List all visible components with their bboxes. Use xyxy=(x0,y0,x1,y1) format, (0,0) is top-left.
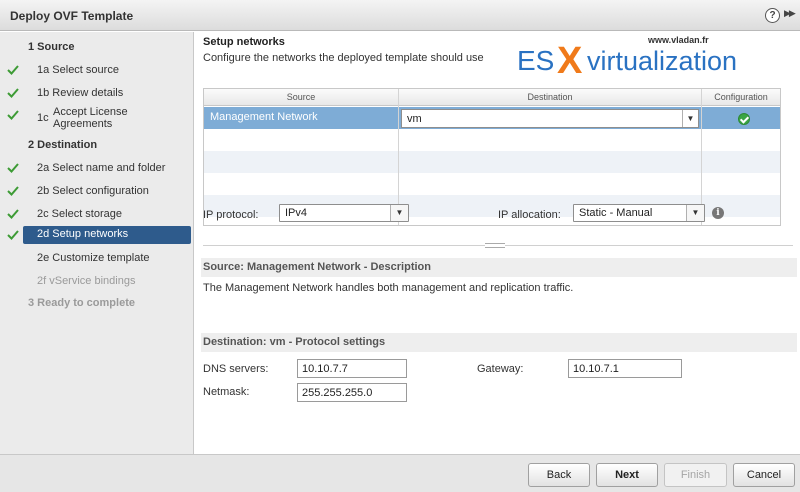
expand-icon[interactable]: ▶▶ xyxy=(784,8,796,19)
resize-grip[interactable] xyxy=(485,243,505,248)
netmask-field[interactable] xyxy=(297,383,407,402)
step-prefix: 1c xyxy=(37,112,49,124)
page-subtitle: Configure the networks the deployed temp… xyxy=(203,52,484,64)
destination-network-select[interactable]: vm ▼ xyxy=(401,109,699,128)
ip-allocation-label: IP allocation: xyxy=(498,209,561,221)
dns-servers-input[interactable] xyxy=(298,360,406,377)
cancel-button[interactable]: Cancel xyxy=(733,463,795,487)
step-select-configuration[interactable]: 2b Select configuration xyxy=(0,182,194,202)
info-icon[interactable]: i xyxy=(712,207,724,219)
row-source: Management Network xyxy=(210,111,318,123)
help-icon[interactable]: ? xyxy=(765,8,780,23)
table-header: Source Destination Configuration xyxy=(204,89,780,106)
ip-protocol-label: IP protocol: xyxy=(203,209,259,221)
step-label: 2c Select storage xyxy=(37,208,122,220)
ip-protocol-value: IPv4 xyxy=(285,207,308,219)
step-vservice-bindings: 2f vService bindings xyxy=(0,272,194,292)
ip-protocol-select[interactable]: IPv4 ▼ xyxy=(279,204,409,222)
check-icon xyxy=(7,230,19,240)
step-label: 2d Setup networks xyxy=(37,228,129,240)
window-title: Deploy OVF Template xyxy=(10,9,134,23)
description-title: Source: Management Network - Description xyxy=(203,261,431,273)
step-label: 2a Select name and folder xyxy=(37,162,166,174)
step-destination-group: 2 Destination xyxy=(0,136,194,156)
next-button[interactable]: Next xyxy=(596,463,658,487)
step-label: 3 Ready to complete xyxy=(28,297,135,309)
step-source-group: 1 Source xyxy=(0,38,194,58)
logo-url: www.vladan.fr xyxy=(647,35,709,45)
logo-rest: virtualization xyxy=(587,46,737,76)
step-customize-template[interactable]: 2e Customize template xyxy=(0,249,194,269)
step-label-line1: Accept License xyxy=(53,106,128,118)
dns-servers-label: DNS servers: xyxy=(203,363,269,375)
table-row xyxy=(204,173,780,195)
column-header-configuration[interactable]: Configuration xyxy=(702,92,780,102)
dns-servers-field[interactable] xyxy=(297,359,407,378)
column-header-destination[interactable]: Destination xyxy=(399,92,701,102)
protocol-settings-header: Destination: vm - Protocol settings xyxy=(201,333,797,352)
gateway-field[interactable] xyxy=(568,359,682,378)
column-header-source[interactable]: Source xyxy=(204,92,398,102)
step-setup-networks[interactable]: 2d Setup networks xyxy=(23,226,191,244)
chevron-down-icon[interactable]: ▼ xyxy=(682,110,698,127)
step-select-storage[interactable]: 2c Select storage xyxy=(0,205,194,225)
step-label: 1b Review details xyxy=(37,87,124,99)
description-header: Source: Management Network - Description xyxy=(201,258,797,277)
wizard-steps-sidebar: 1 Source 1a Select source 1b Review deta… xyxy=(0,32,194,454)
check-icon xyxy=(7,186,19,196)
ip-allocation-value: Static - Manual xyxy=(579,207,653,219)
chevron-down-icon[interactable]: ▼ xyxy=(390,205,408,221)
check-icon xyxy=(7,88,19,98)
check-icon xyxy=(7,110,19,120)
destination-value: vm xyxy=(407,113,422,125)
setup-networks-panel: Setup networks Configure the networks th… xyxy=(195,32,800,454)
step-ready-to-complete: 3 Ready to complete xyxy=(0,294,194,314)
step-label: 2b Select configuration xyxy=(37,185,149,197)
step-label: 2 Destination xyxy=(28,139,98,151)
table-row[interactable]: Management Network vm ▼ xyxy=(204,107,780,129)
table-row xyxy=(204,151,780,173)
check-icon xyxy=(7,209,19,219)
step-select-source[interactable]: 1a Select source xyxy=(0,61,194,81)
step-label: 1 Source xyxy=(28,41,75,53)
table-row xyxy=(204,129,780,151)
gateway-input[interactable] xyxy=(569,360,681,377)
step-label: 2e Customize template xyxy=(37,252,150,264)
back-button[interactable]: Back xyxy=(528,463,590,487)
page-title: Setup networks xyxy=(203,36,285,48)
description-text: The Management Network handles both mana… xyxy=(203,282,574,294)
check-icon xyxy=(7,65,19,75)
gateway-label: Gateway: xyxy=(477,363,524,375)
protocol-settings-title: Destination: vm - Protocol settings xyxy=(203,336,386,348)
chevron-down-icon[interactable]: ▼ xyxy=(686,205,704,221)
window-titlebar: Deploy OVF Template ? ▶▶ xyxy=(0,0,800,31)
wizard-footer: Back Next Finish Cancel xyxy=(0,454,800,492)
step-accept-license[interactable]: 1c Accept License Agreements xyxy=(0,106,194,132)
logo-es: ES xyxy=(517,45,554,76)
step-label: 2f vService bindings xyxy=(37,275,136,287)
finish-button: Finish xyxy=(664,463,727,487)
esx-virtualization-logo: www.vladan.fr ES X virtualization xyxy=(517,35,737,78)
config-ok-icon xyxy=(738,113,750,125)
check-icon xyxy=(7,163,19,173)
netmask-label: Netmask: xyxy=(203,386,250,398)
ip-allocation-select[interactable]: Static - Manual ▼ xyxy=(573,204,705,222)
step-review-details[interactable]: 1b Review details xyxy=(0,84,194,104)
step-label: 1a Select source xyxy=(37,64,119,76)
step-select-name-folder[interactable]: 2a Select name and folder xyxy=(0,159,194,179)
logo-x: X xyxy=(557,40,583,78)
step-label-line2: Agreements xyxy=(53,118,113,130)
netmask-input[interactable] xyxy=(298,384,406,401)
